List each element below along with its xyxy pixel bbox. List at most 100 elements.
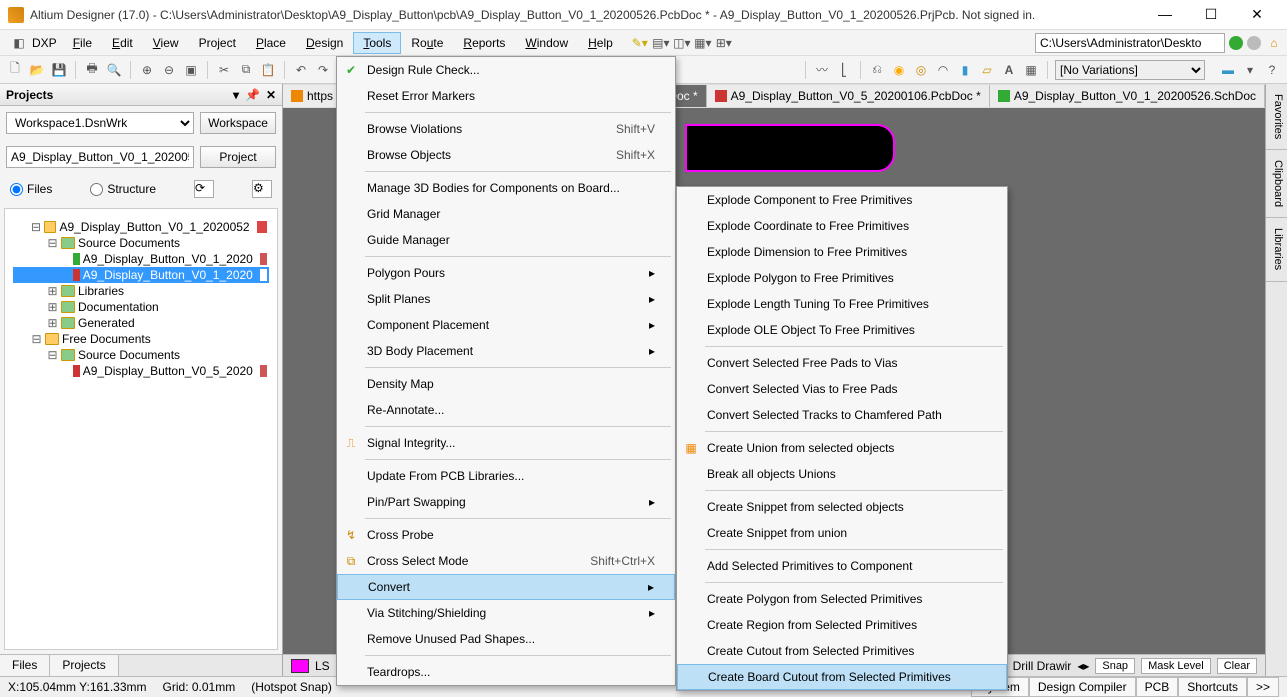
sidebar-libraries[interactable]: Libraries bbox=[1266, 218, 1287, 281]
sidebar-favorites[interactable]: Favorites bbox=[1266, 84, 1287, 150]
menu-browse-violations[interactable]: Browse ViolationsShift+V bbox=[337, 116, 675, 142]
preview-icon[interactable]: 🔍 bbox=[105, 61, 123, 79]
tree-docu[interactable]: Documentation bbox=[78, 300, 159, 314]
layer-nav-icon[interactable]: ◂▸ bbox=[1077, 659, 1089, 673]
menu-break-unions[interactable]: Break all objects Unions bbox=[677, 461, 1007, 487]
print-icon[interactable]: 🖶 bbox=[83, 61, 101, 79]
status-shortcuts[interactable]: Shortcuts bbox=[1178, 677, 1247, 697]
menu-tracks-chamfer[interactable]: Convert Selected Tracks to Chamfered Pat… bbox=[677, 402, 1007, 428]
files-radio[interactable]: Files bbox=[10, 182, 52, 196]
tab-pcb2[interactable]: A9_Display_Button_V0_5_20200106.PcbDoc * bbox=[707, 85, 990, 107]
open-icon[interactable]: 📂 bbox=[28, 61, 46, 79]
menu-pads-to-vias[interactable]: Convert Selected Free Pads to Vias bbox=[677, 350, 1007, 376]
misc-icon[interactable]: ▦ bbox=[1022, 61, 1040, 79]
display-icon[interactable]: ▬ bbox=[1219, 61, 1237, 79]
paste-icon[interactable]: 📋 bbox=[259, 61, 277, 79]
zoom2-icon[interactable]: ⊖ bbox=[160, 61, 178, 79]
redo-icon[interactable]: ↷ bbox=[314, 61, 332, 79]
menu-explode-coordinate[interactable]: Explode Coordinate to Free Primitives bbox=[677, 213, 1007, 239]
status-pcb[interactable]: PCB bbox=[1136, 677, 1179, 697]
project-tree[interactable]: ⊟A9_Display_Button_V0_1_2020052 ⊟Source … bbox=[11, 215, 271, 383]
fill-icon[interactable]: ▮ bbox=[956, 61, 974, 79]
menu-view[interactable]: View bbox=[143, 32, 189, 54]
menu-explode-ole[interactable]: Explode OLE Object To Free Primitives bbox=[677, 317, 1007, 343]
workspace-select[interactable]: Workspace1.DsnWrk bbox=[6, 112, 194, 134]
menu-add-to-component[interactable]: Add Selected Primitives to Component bbox=[677, 553, 1007, 579]
fit-icon[interactable]: ▣ bbox=[182, 61, 200, 79]
copy-icon[interactable]: ⧉ bbox=[237, 61, 255, 79]
menu-reset-errors[interactable]: Reset Error Markers bbox=[337, 83, 675, 109]
layer-ls[interactable]: LS bbox=[315, 659, 330, 673]
menu-signal-integrity[interactable]: ⎍Signal Integrity... bbox=[337, 430, 675, 456]
tree-srcdocs2[interactable]: Source Documents bbox=[78, 348, 180, 362]
menu-project[interactable]: Project bbox=[189, 32, 246, 54]
status-compiler[interactable]: Design Compiler bbox=[1029, 677, 1136, 697]
menu-cross-probe[interactable]: ↯Cross Probe bbox=[337, 522, 675, 548]
help-icon[interactable]: ? bbox=[1263, 61, 1281, 79]
new-icon[interactable]: 🗋 bbox=[6, 61, 24, 79]
menu-guide-manager[interactable]: Guide Manager bbox=[337, 227, 675, 253]
poly-icon[interactable]: ▱ bbox=[978, 61, 996, 79]
menu-teardrops[interactable]: Teardrops... bbox=[337, 659, 675, 685]
menu-create-board-cutout[interactable]: Create Board Cutout from Selected Primit… bbox=[677, 664, 1007, 690]
net-icon[interactable]: ⎌ bbox=[868, 61, 886, 79]
cut-icon[interactable]: ✂ bbox=[215, 61, 233, 79]
route2-icon[interactable]: ⎣ bbox=[835, 61, 853, 79]
minimize-button[interactable]: — bbox=[1151, 6, 1179, 23]
menu-design[interactable]: Design bbox=[296, 32, 353, 54]
save-icon[interactable]: 💾 bbox=[50, 61, 68, 79]
select-icon[interactable]: ◫▾ bbox=[673, 34, 691, 52]
menu-reports[interactable]: Reports bbox=[453, 32, 515, 54]
grid-icon[interactable]: ⊞▾ bbox=[715, 34, 733, 52]
layer-drill[interactable]: Drill Drawir bbox=[1013, 659, 1072, 673]
menu-3d-body-placement[interactable]: 3D Body Placement▸ bbox=[337, 338, 675, 364]
path-combobox[interactable]: C:\Users\Administrator\Deskto bbox=[1035, 33, 1225, 53]
tab-files[interactable]: Files bbox=[0, 654, 50, 676]
close-button[interactable]: ✕ bbox=[1243, 6, 1271, 23]
menu-snippet-union[interactable]: Create Snippet from union bbox=[677, 520, 1007, 546]
tree-doc2[interactable]: A9_Display_Button_V0_1_2020 bbox=[83, 268, 253, 282]
tree-free[interactable]: Free Documents bbox=[62, 332, 151, 346]
menu-density-map[interactable]: Density Map bbox=[337, 371, 675, 397]
menu-vias-to-pads[interactable]: Convert Selected Vias to Free Pads bbox=[677, 376, 1007, 402]
pencil-icon[interactable]: ✎▾ bbox=[631, 34, 649, 52]
tree-root[interactable]: A9_Display_Button_V0_1_2020052 bbox=[59, 220, 249, 234]
menu-help[interactable]: Help bbox=[578, 32, 623, 54]
text-icon[interactable]: A bbox=[1000, 61, 1018, 79]
workspace-button[interactable]: Workspace bbox=[200, 112, 276, 134]
menu-create-region[interactable]: Create Region from Selected Primitives bbox=[677, 612, 1007, 638]
tree-libs[interactable]: Libraries bbox=[78, 284, 124, 298]
mask-level-button[interactable]: Mask Level bbox=[1141, 658, 1211, 674]
menu-create-cutout[interactable]: Create Cutout from Selected Primitives bbox=[677, 638, 1007, 664]
panel-pin-icon[interactable]: 📌 bbox=[245, 88, 260, 102]
project-field[interactable] bbox=[6, 146, 194, 168]
menu-update-libraries[interactable]: Update From PCB Libraries... bbox=[337, 463, 675, 489]
refresh-icon[interactable]: ⟳ bbox=[194, 180, 214, 198]
nav-fwd-icon[interactable] bbox=[1247, 36, 1261, 50]
maximize-button[interactable]: ☐ bbox=[1197, 6, 1225, 23]
menu-window[interactable]: Window bbox=[515, 32, 578, 54]
tab-projects[interactable]: Projects bbox=[50, 654, 118, 676]
menu-file[interactable]: File bbox=[63, 32, 102, 54]
layer-icon[interactable]: ▦▾ bbox=[694, 34, 712, 52]
menu-convert[interactable]: Convert▸ bbox=[337, 574, 675, 600]
3d-icon[interactable]: ▾ bbox=[1241, 61, 1259, 79]
menu-remove-pads[interactable]: Remove Unused Pad Shapes... bbox=[337, 626, 675, 652]
menu-route[interactable]: Route bbox=[401, 32, 453, 54]
menu-place[interactable]: Place bbox=[246, 32, 296, 54]
filter-icon[interactable]: ▤▾ bbox=[652, 34, 670, 52]
pad-icon[interactable]: ◉ bbox=[890, 61, 908, 79]
project-button[interactable]: Project bbox=[200, 146, 276, 168]
options-icon[interactable]: ⚙ bbox=[252, 180, 272, 198]
sidebar-clipboard[interactable]: Clipboard bbox=[1266, 150, 1287, 218]
menu-pin-swapping[interactable]: Pin/Part Swapping▸ bbox=[337, 489, 675, 515]
tree-gen[interactable]: Generated bbox=[78, 316, 135, 330]
menu-via-stitching[interactable]: Via Stitching/Shielding▸ bbox=[337, 600, 675, 626]
menu-reannotate[interactable]: Re-Annotate... bbox=[337, 397, 675, 423]
menu-polygon-pours[interactable]: Polygon Pours▸ bbox=[337, 260, 675, 286]
menu-create-polygon[interactable]: Create Polygon from Selected Primitives bbox=[677, 586, 1007, 612]
dxp-menu[interactable]: ◧ DXP bbox=[4, 34, 63, 52]
menu-explode-polygon[interactable]: Explode Polygon to Free Primitives bbox=[677, 265, 1007, 291]
menu-tools[interactable]: Tools bbox=[353, 32, 401, 54]
nav-back-icon[interactable] bbox=[1229, 36, 1243, 50]
